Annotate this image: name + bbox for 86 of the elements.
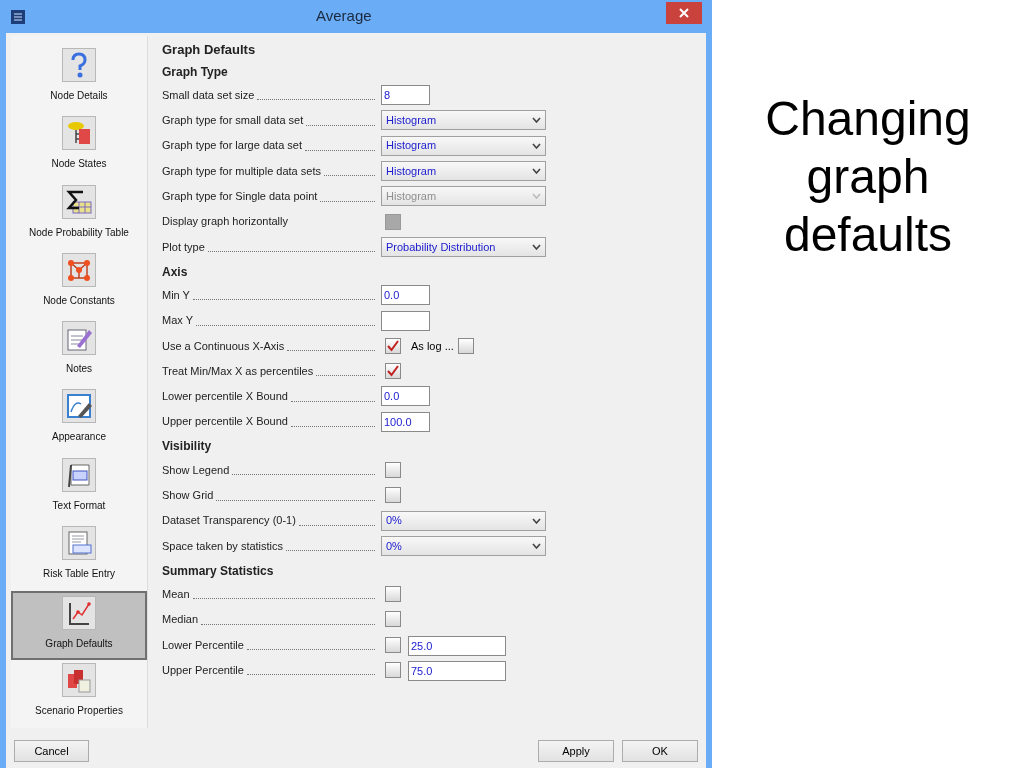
chevron-down-icon — [532, 517, 541, 524]
sidebar-item-icon — [62, 116, 96, 151]
field-label: Graph type for large data set — [162, 138, 303, 154]
field-label: Upper Percentile — [162, 662, 244, 678]
field-label: Upper percentile X Bound — [162, 414, 288, 430]
cancel-button[interactable]: Cancel — [14, 740, 89, 762]
text-field[interactable]: 25.0 — [408, 635, 506, 656]
sidebar-item-icon — [62, 662, 96, 697]
field-label: Min Y — [162, 287, 190, 303]
dropdown[interactable]: 0% — [381, 510, 546, 531]
sidebar-item-icon — [62, 526, 96, 561]
field-label: Graph type for small data set — [162, 113, 304, 129]
checkbox[interactable] — [385, 636, 401, 653]
checkbox[interactable] — [385, 487, 401, 504]
dropdown[interactable]: Histogram — [381, 110, 546, 131]
chevron-down-icon — [532, 117, 541, 124]
text-field[interactable]: 8 — [381, 85, 430, 106]
dropdown[interactable]: Probability Distribution — [381, 236, 546, 257]
section-heading: Visibility — [162, 438, 213, 456]
field-label: Mean — [162, 586, 190, 602]
field-label: Max Y — [162, 313, 193, 329]
close-icon — [679, 8, 689, 18]
chevron-down-icon — [532, 168, 541, 175]
checkbox[interactable] — [385, 611, 401, 628]
sidebar-item-icon — [62, 184, 96, 219]
chevron-down-icon — [532, 243, 541, 250]
section-heading: Summary Statistics — [162, 562, 275, 580]
sidebar-item-icon — [62, 389, 96, 424]
checkbox[interactable] — [385, 337, 401, 354]
field-label: Show Grid — [162, 488, 214, 504]
sidebar-item[interactable]: Node Constants — [11, 249, 147, 319]
chevron-down-icon — [532, 542, 541, 549]
sidebar-item-icon — [62, 321, 96, 356]
field-label: Lower Percentile — [162, 637, 244, 653]
sidebar-item[interactable]: Node Probability Table — [11, 181, 147, 250]
field-label: Small data set size — [162, 87, 255, 103]
text-field[interactable]: 100.0 — [381, 411, 430, 432]
chevron-down-icon — [532, 193, 541, 200]
text-field[interactable]: 0.0 — [381, 285, 430, 306]
app-icon — [10, 8, 26, 25]
section-heading: Axis — [162, 263, 189, 281]
sidebar-item-icon — [62, 252, 96, 287]
text-field[interactable]: 75.0 — [408, 661, 506, 682]
slide-caption: Changing graph defaults — [764, 91, 972, 263]
text-field[interactable]: 0.0 — [381, 386, 430, 407]
dropdown[interactable]: 0% — [381, 535, 546, 556]
sidebar-item-icon — [62, 596, 96, 631]
window-title: Average — [316, 6, 372, 27]
check-mark-icon — [387, 365, 399, 378]
sidebar-item[interactable]: Risk Table Entry — [11, 523, 147, 592]
sidebar-item-icon — [62, 48, 96, 82]
text-field[interactable] — [381, 310, 430, 331]
field-label: Use a Continuous X-Axis — [162, 338, 285, 354]
checkbox[interactable] — [385, 462, 401, 478]
sidebar-item[interactable]: Scenario Properties — [11, 659, 147, 729]
sidebar-item[interactable]: Text Format — [11, 454, 147, 524]
sidebar-item-icon — [62, 457, 96, 492]
checkbox-label: As log ... — [411, 338, 454, 354]
sidebar-item[interactable]: Node Details — [11, 45, 147, 114]
checkbox[interactable] — [385, 363, 401, 380]
field-label: Space taken by statistics — [162, 538, 284, 554]
sidebar-item[interactable]: Appearance — [11, 386, 147, 455]
checkbox[interactable] — [385, 662, 401, 679]
field-label: Treat Min/Max X as percentiles — [162, 363, 314, 379]
field-label: Plot type — [162, 239, 205, 255]
field-label: Dataset Transparency (0-1) — [162, 513, 296, 529]
field-label: Show Legend — [162, 462, 230, 478]
dropdown[interactable]: Histogram — [381, 135, 546, 156]
dropdown[interactable]: Histogram — [381, 161, 546, 182]
check-mark-icon — [387, 339, 399, 352]
section-heading: Graph Type — [162, 63, 229, 81]
panel-title: Graph Defaults — [162, 41, 257, 59]
field-label: Median — [162, 612, 199, 628]
close-button[interactable] — [666, 2, 702, 24]
chevron-down-icon — [532, 142, 541, 149]
sidebar-item[interactable]: Graph Defaults — [11, 591, 147, 660]
sidebar-item[interactable]: Notes — [11, 318, 147, 387]
field-label: Graph type for multiple data sets — [162, 163, 321, 179]
apply-button[interactable]: Apply — [538, 740, 614, 762]
field-label: Graph type for Single data point — [162, 189, 318, 205]
sidebar-item[interactable]: Node States — [11, 113, 147, 182]
checkbox[interactable] — [457, 337, 474, 354]
ok-button[interactable]: OK — [622, 740, 698, 762]
field-label: Lower percentile X Bound — [162, 389, 288, 405]
field-label: Display graph horizontally — [162, 214, 288, 230]
checkbox[interactable] — [385, 586, 401, 603]
